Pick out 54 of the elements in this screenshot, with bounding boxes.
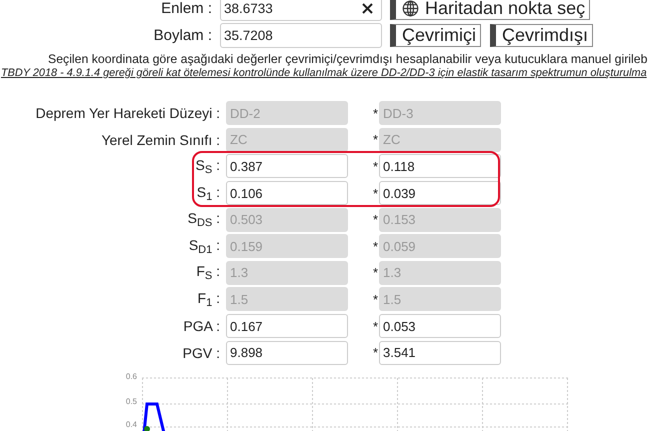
action-button[interactable]: Haritadan nokta seç [390, 0, 590, 20]
required-mark: * [372, 345, 379, 360]
value-field: DD-2 [226, 101, 348, 126]
close-icon[interactable] [362, 3, 373, 14]
action-button[interactable]: Çevrimdışı [490, 24, 594, 47]
value-field: ZC [379, 128, 501, 152]
axis-tick-label: 0.4 [126, 420, 137, 429]
field-label: PGV : [182, 344, 220, 361]
value-field[interactable]: 0.387 [226, 154, 348, 178]
value-field[interactable]: 0.053 [379, 314, 501, 338]
required-mark: * [372, 318, 379, 334]
value-field: 1.3 [379, 260, 501, 285]
field-label: Deprem Yer Hareketi Düzeyi : [34, 105, 220, 122]
field-label: Boylam : [152, 27, 213, 44]
field-label: F$_{S}$ : [195, 263, 220, 282]
value-field: 1.3 [226, 260, 348, 285]
axis-tick-label: 0.5 [126, 398, 137, 406]
required-mark: * [372, 132, 379, 148]
required-mark: * [372, 212, 379, 228]
required-mark: * [372, 158, 379, 174]
field-label: F$_{1}$ : [196, 290, 220, 309]
required-mark: * [372, 186, 379, 201]
value-field: ZC [226, 128, 348, 152]
globe-icon [402, 0, 419, 17]
coordinate-field[interactable]: 35.7208 [220, 23, 382, 48]
info-text: Seçilen koordinata göre aşağıdaki değerler çevrimiçi/çevrimdışı hesaplanabilir veya kutucuklara manuel girileb [47, 52, 648, 67]
value-field: 1.5 [226, 287, 348, 312]
spectrum-link[interactable]: TBDY 2018 - 4.9.1.4 gereği göreli kat ötelemesi kontrolünde kullanılmak üzere DD-2/DD-3 için elastik tasarım spektrumun oluşturulma [1, 67, 650, 79]
value-field[interactable]: 0.106 [226, 181, 348, 206]
value-field: 0.153 [379, 208, 501, 232]
field-label: PGA : [182, 318, 220, 334]
field-label: Yerel Zemin Sınıfı : [100, 132, 220, 148]
value-field: 0.159 [226, 234, 348, 258]
required-mark: * [372, 238, 379, 254]
field-label: S$_{DS}$ : [186, 210, 220, 230]
field-label: S$_{D1}$ : [188, 236, 220, 256]
field-label: S$_{S}$ : [194, 156, 220, 176]
field-label: S$_{1}$ : [196, 184, 220, 203]
required-mark: * [372, 292, 379, 307]
action-button[interactable]: Çevrimiçi [390, 24, 481, 47]
value-field[interactable]: 3.541 [379, 340, 501, 365]
field-label: Enlem : [160, 0, 213, 17]
value-field: DD-3 [379, 101, 501, 126]
value-field[interactable]: 9.898 [226, 340, 348, 365]
required-mark: * [372, 265, 379, 280]
value-field: 1.5 [379, 287, 501, 312]
value-field[interactable]: 0.039 [379, 181, 501, 206]
value-field: 0.503 [226, 208, 348, 232]
axis-tick-label: 0.6 [126, 372, 137, 381]
required-mark: * [372, 106, 379, 121]
coordinate-field[interactable]: 38.6733 [220, 0, 382, 21]
value-field[interactable]: 0.118 [379, 154, 501, 178]
value-field[interactable]: 0.167 [226, 314, 348, 338]
value-field: 0.059 [379, 234, 501, 258]
